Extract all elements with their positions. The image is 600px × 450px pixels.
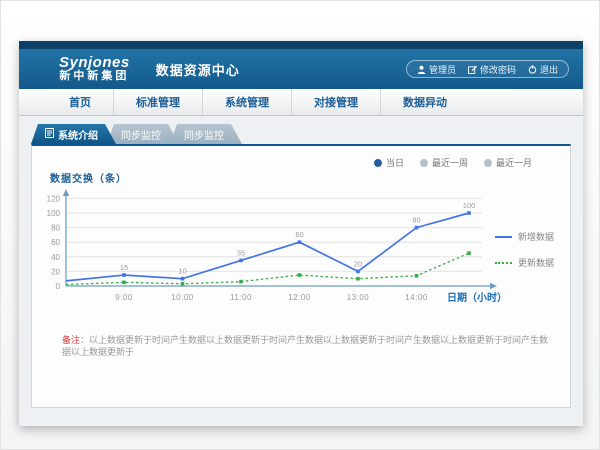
radio-today[interactable]: 当日 [374, 156, 404, 169]
data-point [181, 282, 185, 286]
svg-text:20: 20 [51, 267, 60, 276]
legend-label: 更新数据 [518, 256, 554, 269]
main-nav: 首页 标准管理 系统管理 对接管理 数据异动 [19, 89, 583, 116]
svg-text:9:00: 9:00 [115, 293, 133, 302]
user-account-label: 管理员 [429, 63, 456, 76]
svg-text:80: 80 [412, 216, 420, 225]
radio-unselected-icon [484, 159, 492, 167]
user-icon [417, 65, 426, 74]
nav-item-data-change[interactable]: 数据异动 [380, 89, 469, 115]
svg-text:12:00: 12:00 [288, 293, 311, 302]
line-chart: 0 20 40 60 80 100 120 9:00 10:00 11:00 12:00 13:00 1… [42, 184, 572, 316]
change-password-button[interactable]: 修改密码 [468, 63, 516, 76]
header-top-strip [19, 41, 583, 49]
tab-bar: 系统介绍 同步监控 同步监控 [31, 124, 571, 144]
radio-selected-icon [374, 159, 382, 167]
x-axis-ticks: 9:00 10:00 11:00 12:00 13:00 14:00 [115, 293, 428, 302]
svg-text:日期（小时）: 日期（小时） [447, 291, 507, 304]
svg-text:14:00: 14:00 [405, 293, 428, 302]
svg-text:15: 15 [120, 263, 128, 272]
nav-item-home[interactable]: 首页 [47, 89, 113, 115]
data-point [122, 281, 126, 285]
svg-text:100: 100 [463, 201, 476, 210]
chart-wrap: 0 20 40 60 80 100 120 9:00 10:00 11:00 12:00 13:00 1… [42, 184, 572, 321]
range-filter-group: 当日 最近一周 最近一月 [374, 156, 532, 169]
page-title: 数据资源中心 [156, 60, 240, 79]
tab-sync-monitor-2[interactable]: 同步监控 [170, 124, 242, 144]
svg-text:11:00: 11:00 [230, 293, 252, 302]
legend-line-solid-swatch [495, 236, 512, 238]
data-point [239, 259, 243, 263]
svg-text:60: 60 [51, 238, 60, 247]
brand-logo: Synjones 新中新集团 [59, 55, 130, 82]
user-menu: 管理员 修改密码 退出 [406, 60, 569, 78]
power-icon [528, 65, 537, 74]
data-point [415, 274, 419, 278]
data-point [181, 277, 185, 281]
y-axis-ticks: 0 20 40 60 80 100 120 [47, 194, 61, 291]
tab-label: 系统介绍 [58, 127, 98, 142]
logout-label: 退出 [540, 63, 558, 76]
data-point [467, 251, 471, 255]
tab-system-intro[interactable]: 系统介绍 [31, 124, 116, 144]
svg-text:120: 120 [47, 194, 61, 203]
tab-label: 同步监控 [121, 127, 161, 142]
data-point [356, 277, 360, 281]
user-account-button[interactable]: 管理员 [417, 63, 456, 76]
svg-text:20: 20 [354, 259, 362, 268]
x-axis-title: 日期（小时） [447, 291, 507, 304]
svg-text:10:00: 10:00 [171, 293, 194, 302]
svg-text:80: 80 [51, 224, 60, 233]
change-password-label: 修改密码 [480, 63, 516, 76]
svg-text:40: 40 [51, 253, 60, 262]
content-area: 系统介绍 同步监控 同步监控 当日 最近一周 [19, 116, 583, 426]
legend-line-dotted-swatch [495, 262, 512, 264]
chart-panel: 当日 最近一周 最近一月 数据交换（条） 0 20 40 60 80 100 120 9:00… [31, 144, 571, 408]
footnote-text: ：以上数据更新于时间产生数据以上数据更新于时间产生数据以上数据更新于时间产生数据… [62, 335, 548, 358]
data-point [298, 240, 302, 244]
footnote: 备注：以上数据更新于时间产生数据以上数据更新于时间产生数据以上数据更新于时间产生… [62, 334, 550, 359]
logout-button[interactable]: 退出 [528, 63, 558, 76]
svg-text:0: 0 [56, 282, 61, 291]
radio-last-week[interactable]: 最近一周 [420, 156, 468, 169]
chart-legend: 新增数据 更新数据 [495, 230, 554, 269]
radio-last-week-label: 最近一周 [432, 156, 468, 169]
radio-unselected-icon [420, 159, 428, 167]
radio-last-month[interactable]: 最近一月 [484, 156, 532, 169]
data-point [298, 273, 302, 277]
legend-item-update-data: 更新数据 [495, 256, 554, 269]
tab-sync-monitor-1[interactable]: 同步监控 [107, 124, 179, 144]
footnote-prefix: 备注 [62, 335, 80, 345]
svg-text:60: 60 [295, 230, 303, 239]
app-header: Synjones 新中新集团 数据资源中心 管理员 修改密码 [19, 49, 583, 89]
data-point [356, 270, 360, 274]
nav-item-standard-mgmt[interactable]: 标准管理 [113, 89, 202, 115]
brand-logo-cn: 新中新集团 [59, 71, 130, 83]
nav-item-interface-mgmt[interactable]: 对接管理 [291, 89, 380, 115]
chart-grid [66, 198, 482, 271]
nav-item-system-mgmt[interactable]: 系统管理 [202, 89, 291, 115]
document-icon [45, 128, 54, 141]
svg-text:13:00: 13:00 [347, 293, 370, 302]
app-window: Synjones 新中新集团 数据资源中心 管理员 修改密码 [19, 41, 583, 426]
chart-axes [63, 189, 497, 289]
svg-text:35: 35 [237, 248, 245, 257]
brand-logo-en: Synjones [59, 55, 130, 71]
data-point [415, 226, 419, 230]
data-point [239, 280, 243, 284]
radio-last-month-label: 最近一月 [496, 156, 532, 169]
legend-item-new-data: 新增数据 [495, 230, 554, 243]
screenshot-background: Synjones 新中新集团 数据资源中心 管理员 修改密码 [0, 0, 600, 450]
edit-icon [468, 65, 477, 74]
data-point [122, 273, 126, 277]
data-point [467, 211, 471, 215]
legend-label: 新增数据 [518, 230, 554, 243]
tab-label: 同步监控 [184, 127, 224, 142]
radio-today-label: 当日 [386, 156, 404, 169]
svg-text:100: 100 [47, 209, 61, 218]
y-axis-title: 数据交换（条） [50, 170, 127, 185]
svg-text:10: 10 [178, 267, 186, 276]
